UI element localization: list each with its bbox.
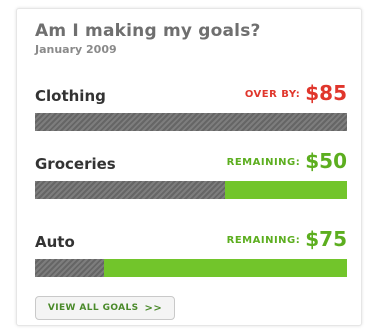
status-amount: $50 [305,149,347,173]
status-label: REMAINING: [226,235,301,246]
view-all-label: VIEW ALL GOALS [47,303,139,313]
progress-bar [35,113,347,131]
goal-name: Groceries [35,155,116,173]
status-amount: $75 [305,227,347,251]
widget-title: Am I making my goals? [35,21,261,41]
widget-subtitle: January 2009 [35,43,117,56]
status-label: OVER BY: [244,89,301,100]
goal-status: REMAINING: $75 [227,227,347,253]
remaining-fill [225,181,347,199]
remaining-fill [103,259,347,277]
goal-name: Clothing [35,87,106,105]
double-chevron-right-icon: >> [144,302,163,314]
goal-status: OVER BY: $85 [245,81,347,107]
goal-name: Auto [35,233,75,251]
spent-fill [35,113,347,131]
status-label: REMAINING: [226,157,301,168]
progress-bar [35,259,347,277]
view-all-goals-button[interactable]: VIEW ALL GOALS >> [35,296,175,320]
progress-bar [35,181,347,199]
goals-widget: Am I making my goals? January 2009 Cloth… [16,8,362,326]
goal-status: REMAINING: $50 [227,149,347,175]
status-amount: $85 [305,81,347,105]
